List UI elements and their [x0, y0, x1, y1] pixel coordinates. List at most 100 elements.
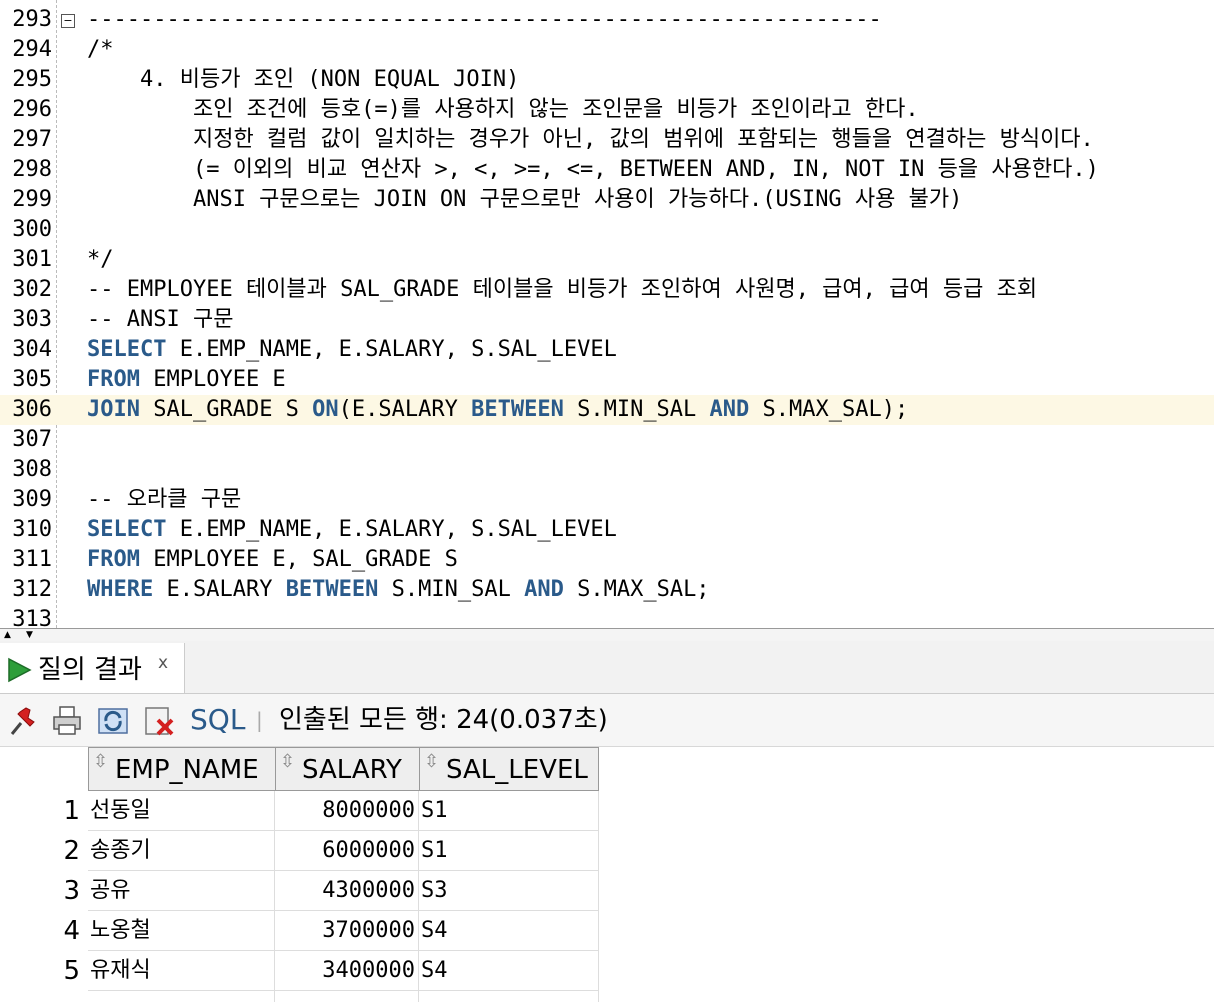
code-text: 4. 비등가 조인 (NON EQUAL JOIN): [87, 65, 519, 95]
pin-icon[interactable]: [6, 704, 40, 738]
code-line[interactable]: 304 SELECT E.EMP_NAME, E.SALARY, S.SAL_LE…: [0, 335, 1214, 365]
row-number: 5: [63, 956, 80, 986]
sql-comment: 4. 비등가 조인 (NON EQUAL JOIN): [87, 67, 520, 92]
cell-sal-level[interactable]: S4: [419, 911, 599, 951]
code-text: SELECT E.EMP_NAME, E.SALARY, S.SAL_LEVEL: [87, 515, 617, 545]
line-number: 299: [12, 187, 52, 212]
cell-sal-level[interactable]: S3: [419, 871, 599, 911]
code-line[interactable]: 305 FROM EMPLOYEE E: [0, 365, 1214, 395]
line-number: 302: [12, 277, 52, 302]
code-line[interactable]: 309 -- 오라클 구문: [0, 485, 1214, 515]
cell-emp-name[interactable]: 노옹철: [88, 911, 275, 951]
code-line[interactable]: 294 /*: [0, 35, 1214, 65]
sql-text: E.EMP_NAME, E.SALARY, S.SAL_LEVEL: [166, 517, 617, 542]
line-number: 294: [12, 37, 52, 62]
code-line[interactable]: 295 4. 비등가 조인 (NON EQUAL JOIN): [0, 65, 1214, 95]
code-text: -- EMPLOYEE 테이블과 SAL_GRADE 테이블을 비등가 조인하여…: [87, 275, 1037, 305]
pane-splitter[interactable]: ▲ ▼: [0, 628, 1214, 641]
sql-keyword: SELECT: [87, 517, 167, 542]
collapse-up-icon[interactable]: ▲: [4, 631, 11, 640]
code-line[interactable]: 310 SELECT E.EMP_NAME, E.SALARY, S.SAL_LE…: [0, 515, 1214, 545]
line-number: 312: [12, 577, 52, 602]
cell-emp-name[interactable]: 선동일: [88, 791, 275, 831]
row-number: 3: [63, 876, 80, 906]
sql-text: S.MAX_SAL;: [563, 577, 710, 602]
tab-close-icon[interactable]: x: [158, 653, 168, 673]
sort-icon[interactable]: ⇳: [93, 753, 108, 771]
results-tabbar: 질의 결과 x: [0, 641, 1214, 694]
code-line[interactable]: 297 지정한 컬럼 값이 일치하는 경우가 아닌, 값의 범위에 포함되는 행…: [0, 125, 1214, 155]
table-row[interactable]: 2 송종기 6000000 S1: [0, 831, 600, 871]
code-text: FROM EMPLOYEE E, SAL_GRADE S: [87, 545, 458, 575]
sql-keyword: AND: [524, 577, 564, 602]
code-line[interactable]: 303 -- ANSI 구문: [0, 305, 1214, 335]
table-row[interactable]: 1 선동일 8000000 S1: [0, 791, 600, 831]
line-number: 305: [12, 367, 52, 392]
cell-emp-name[interactable]: 송종기: [88, 831, 275, 871]
grid-cell-empty: [0, 991, 88, 1002]
cell-salary[interactable]: 4300000: [275, 871, 419, 911]
table-row[interactable]: 5 유재식 3400000 S4: [0, 951, 600, 991]
sql-text: EMPLOYEE E, SAL_GRADE S: [139, 547, 458, 572]
refresh-icon[interactable]: [96, 704, 130, 738]
cell-salary[interactable]: 8000000: [275, 791, 419, 831]
line-number: 307: [12, 427, 52, 452]
code-line[interactable]: 307: [0, 425, 1214, 455]
sql-comment: (= 이외의 비교 연산자 >, <, >=, <=, BETWEEN AND,…: [87, 157, 1099, 182]
code-line[interactable]: 299 ANSI 구문으로는 JOIN ON 구문으로만 사용이 가능하다.(U…: [0, 185, 1214, 215]
cell-salary[interactable]: 3700000: [275, 911, 419, 951]
column-header-salary[interactable]: ⇳ SALARY: [275, 747, 420, 791]
code-line[interactable]: 302 -- EMPLOYEE 테이블과 SAL_GRADE 테이블을 비등가 조…: [0, 275, 1214, 305]
sql-keyword: BETWEEN: [471, 397, 564, 422]
code-text: /*: [87, 35, 114, 65]
sort-icon[interactable]: ⇳: [280, 753, 295, 771]
sql-keyword: BETWEEN: [285, 577, 379, 602]
table-row[interactable]: 4 노옹철 3700000 S4: [0, 911, 600, 951]
toolbar-separator: |: [256, 708, 263, 732]
sql-editor[interactable]: 293− ------------------------------------…: [0, 0, 1214, 628]
sql-text: S.MAX_SAL);: [749, 397, 909, 422]
column-header-emp-name[interactable]: ⇳ EMP_NAME: [88, 747, 276, 791]
cell-salary[interactable]: 6000000: [275, 831, 419, 871]
sql-comment: 조인 조건에 등호(=)를 사용하지 않는 조인문을 비등가 조인이라고 한다.: [87, 97, 919, 122]
sort-icon[interactable]: ⇳: [424, 753, 439, 771]
sql-comment: 지정한 컬럼 값이 일치하는 경우가 아닌, 값의 범위에 포함되는 행들을 연…: [87, 127, 1094, 152]
code-text: ----------------------------------------…: [87, 5, 882, 35]
sql-comment: */: [87, 247, 114, 272]
code-line[interactable]: 313: [0, 605, 1214, 628]
tab-query-results[interactable]: 질의 결과 x: [0, 643, 185, 693]
code-line[interactable]: 298 (= 이외의 비교 연산자 >, <, >=, <=, BETWEEN …: [0, 155, 1214, 185]
code-line[interactable]: 293− ------------------------------------…: [0, 5, 1214, 35]
fold-collapse-icon[interactable]: −: [61, 14, 75, 28]
cell-sal-level[interactable]: S1: [419, 831, 599, 871]
code-line[interactable]: 301 */: [0, 245, 1214, 275]
column-header-sal-level[interactable]: ⇳ SAL_LEVEL: [419, 747, 599, 791]
delete-icon[interactable]: [142, 704, 176, 738]
line-number: 297: [12, 127, 52, 152]
sql-text: EMPLOYEE E: [139, 367, 286, 392]
table-row[interactable]: 3 공유 4300000 S3: [0, 871, 600, 911]
cell-sal-level[interactable]: S4: [419, 951, 599, 991]
table-row-partial: [0, 991, 600, 1002]
grid-cell-empty: [419, 991, 599, 1002]
line-number: 308: [12, 457, 52, 482]
sql-keyword: WHERE: [87, 577, 154, 602]
sql-keyword: ON: [312, 397, 339, 422]
code-line[interactable]: 296 조인 조건에 등호(=)를 사용하지 않는 조인문을 비등가 조인이라고…: [0, 95, 1214, 125]
code-line[interactable]: 300: [0, 215, 1214, 245]
code-line[interactable]: 306 JOIN SAL_GRADE S ON(E.SALARY BETWEEN …: [0, 395, 1214, 425]
collapse-down-icon[interactable]: ▼: [26, 631, 33, 640]
cell-emp-name[interactable]: 공유: [88, 871, 275, 911]
code-line[interactable]: 311 FROM EMPLOYEE E, SAL_GRADE S: [0, 545, 1214, 575]
cell-sal-level[interactable]: S1: [419, 791, 599, 831]
sql-text: (E.SALARY: [338, 397, 472, 422]
sql-button[interactable]: SQL: [190, 703, 245, 737]
line-number: 300: [12, 217, 52, 242]
code-line[interactable]: 312 WHERE E.SALARY BETWEEN S.MIN_SAL AND …: [0, 575, 1214, 605]
cell-salary[interactable]: 3400000: [275, 951, 419, 991]
print-icon[interactable]: [50, 704, 84, 738]
code-line[interactable]: 308: [0, 455, 1214, 485]
code-text: FROM EMPLOYEE E: [87, 365, 286, 395]
code-text: WHERE E.SALARY BETWEEN S.MIN_SAL AND S.M…: [87, 575, 710, 605]
cell-emp-name[interactable]: 유재식: [88, 951, 275, 991]
